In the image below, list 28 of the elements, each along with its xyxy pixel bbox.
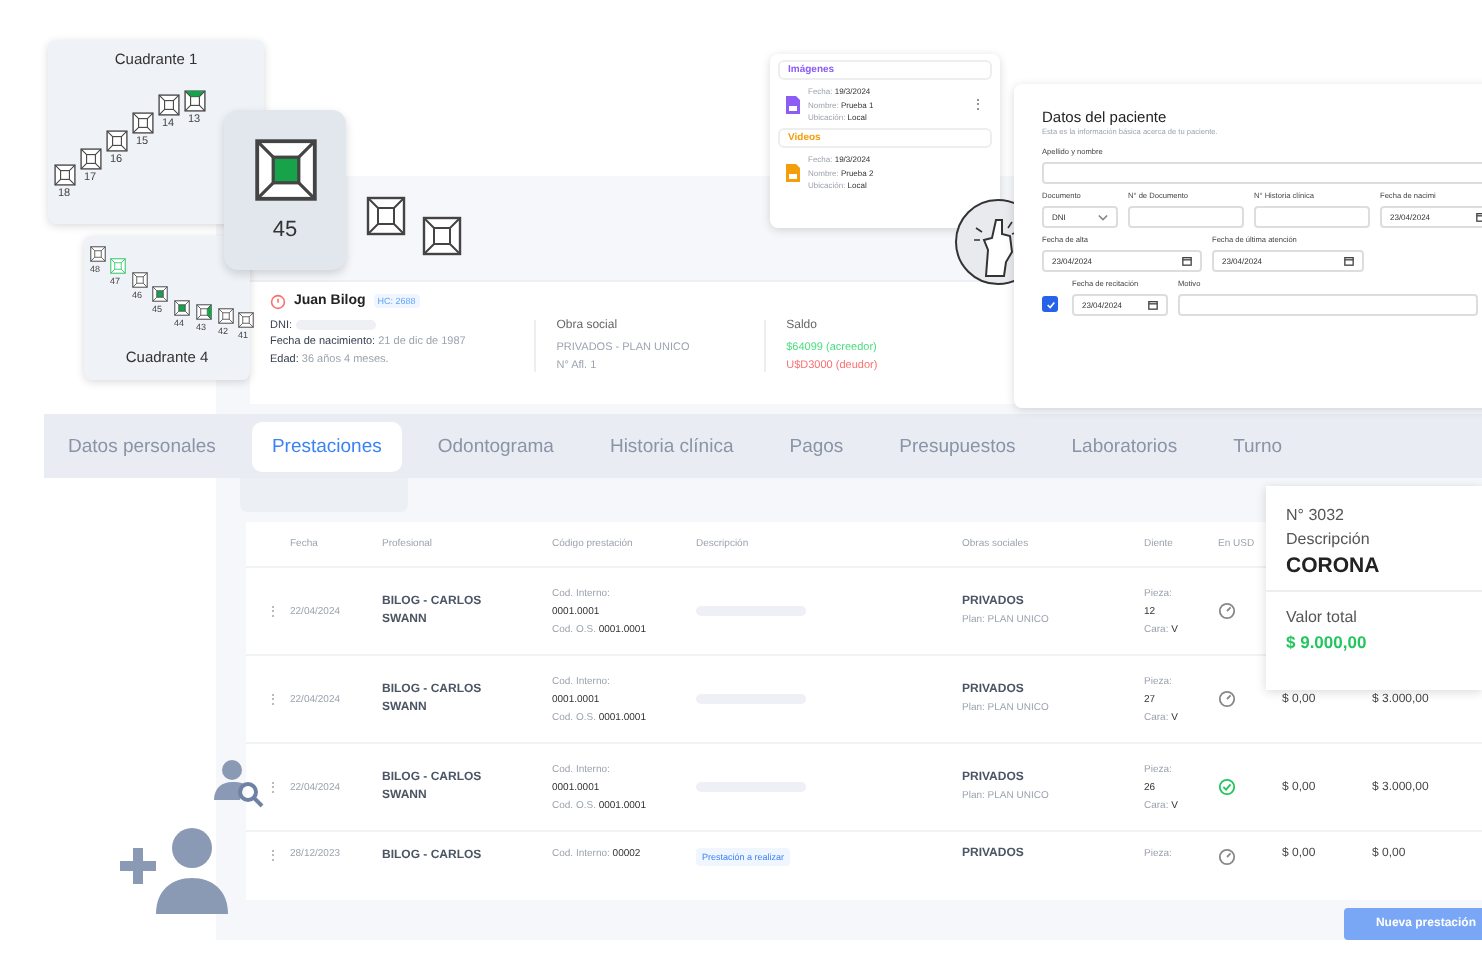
calendar-icon: [1344, 256, 1354, 266]
tab[interactable]: Turno: [1213, 421, 1303, 472]
alert-icon: [270, 293, 286, 310]
calendar-icon: [1148, 300, 1158, 310]
tab[interactable]: Pagos: [769, 421, 864, 472]
add-user-icon: [116, 826, 228, 914]
total-label: Valor total: [1286, 608, 1359, 626]
service-number: N° 3032: [1286, 506, 1346, 524]
input-field[interactable]: [1254, 206, 1370, 228]
checkbox[interactable]: [1042, 296, 1058, 312]
calendar-icon: [1182, 256, 1192, 266]
tab[interactable]: Historia clínica: [589, 421, 754, 472]
total-value: $ 9.000,00: [1286, 632, 1369, 652]
tooth-icon: [366, 196, 406, 236]
description-value: CORONA: [1286, 554, 1382, 578]
tooth-number: 45: [272, 218, 298, 242]
input-field[interactable]: [1178, 294, 1478, 316]
input-field[interactable]: [1128, 206, 1244, 228]
tab[interactable]: Presupuestos: [879, 421, 1036, 472]
tooth-icon: [422, 216, 462, 256]
input-field[interactable]: [1042, 162, 1482, 184]
tab[interactable]: Laboratorios: [1051, 421, 1198, 472]
user-search-icon: [212, 756, 264, 808]
tab[interactable]: Prestaciones: [251, 421, 402, 472]
tab[interactable]: Datos personales: [48, 421, 236, 472]
description-label: Descripción: [1286, 530, 1372, 548]
tab[interactable]: Odontograma: [417, 421, 574, 472]
chevron-down-icon: [1098, 213, 1108, 221]
